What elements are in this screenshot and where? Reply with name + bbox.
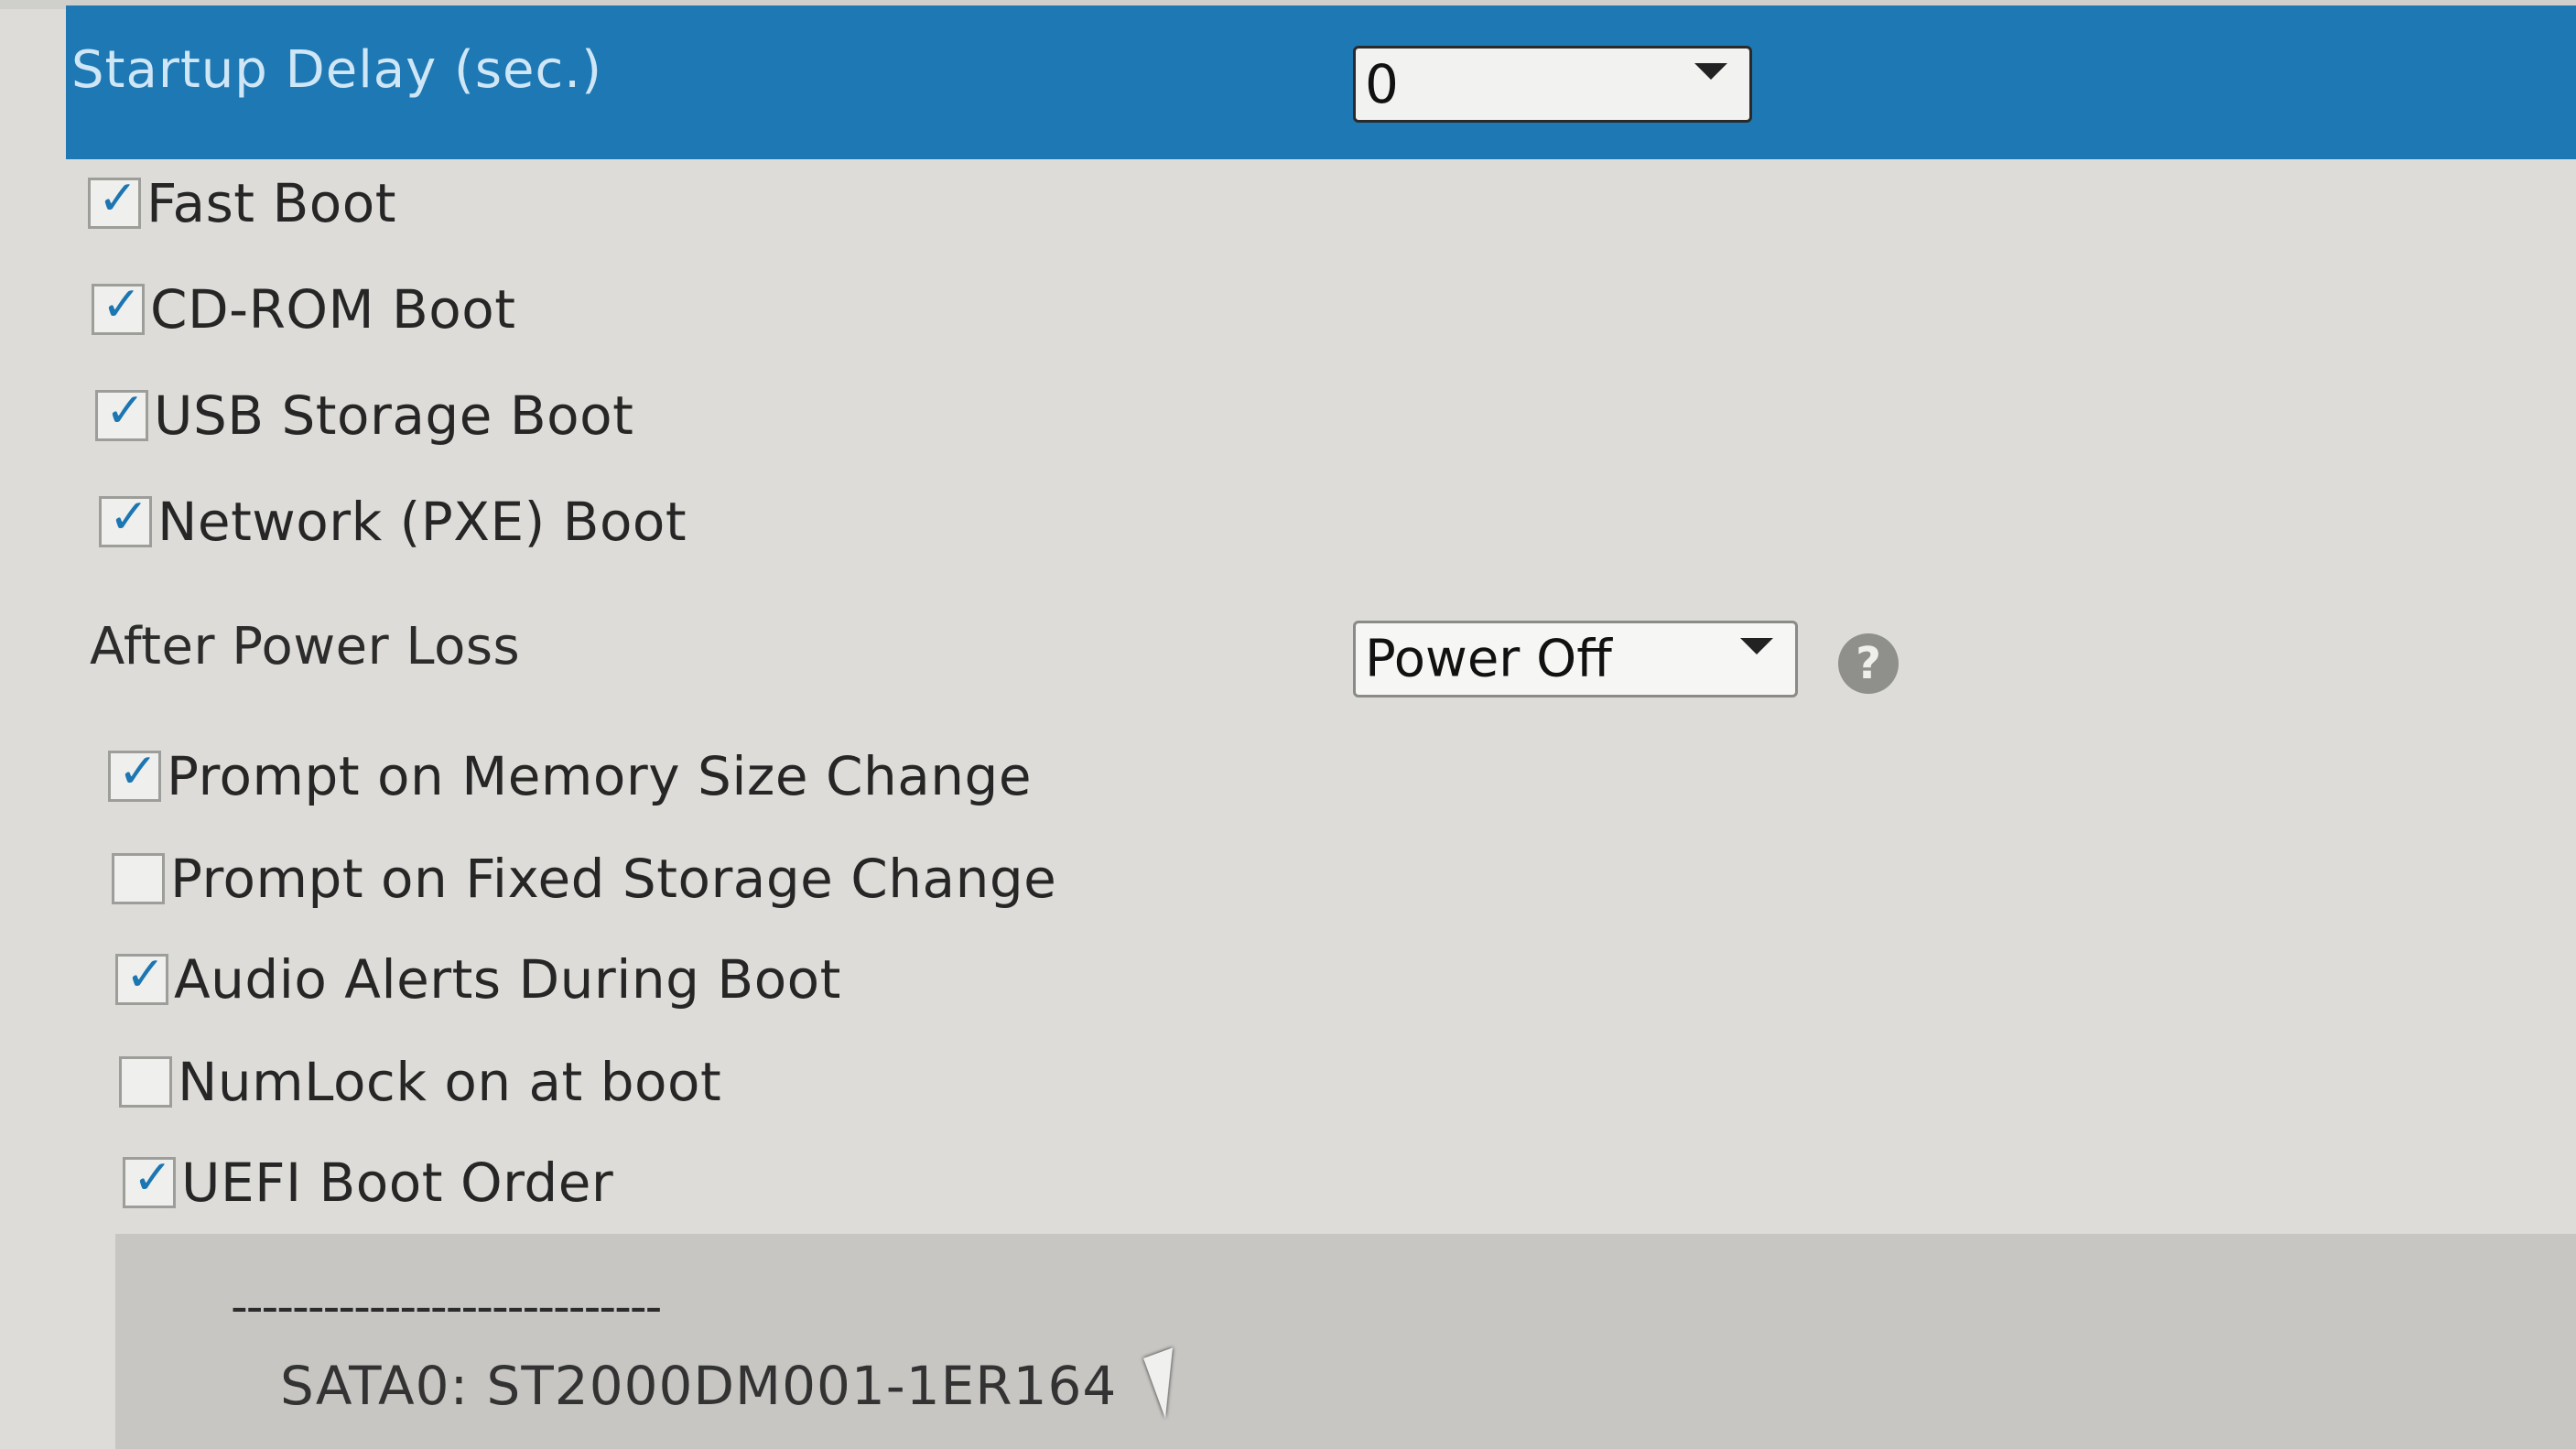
after-power-loss-select[interactable]: Power Off (1353, 621, 1798, 697)
help-icon[interactable]: ? (1838, 633, 1899, 694)
prompt-memory-size-option[interactable]: ✓ Prompt on Memory Size Change (108, 743, 1032, 809)
fast-boot-label: Fast Boot (146, 172, 396, 234)
uefi-boot-order-checkbox[interactable]: ✓ (123, 1151, 176, 1208)
prompt-fixed-storage-option[interactable]: Prompt on Fixed Storage Change (112, 846, 1056, 912)
checkmark-icon: ✓ (98, 171, 138, 226)
checkmark-icon: ✓ (109, 490, 149, 545)
checkmark-icon: ✓ (125, 947, 166, 1002)
uefi-boot-order-label: UEFI Boot Order (181, 1152, 614, 1214)
cdrom-boot-option[interactable]: ✓ CD-ROM Boot (92, 276, 516, 342)
after-power-loss-label: After Power Loss (90, 617, 521, 676)
prompt-fixed-storage-label: Prompt on Fixed Storage Change (170, 848, 1057, 910)
network-pxe-boot-label: Network (PXE) Boot (157, 491, 687, 553)
network-pxe-boot-option[interactable]: ✓ Network (PXE) Boot (99, 489, 687, 555)
prompt-memory-size-checkbox[interactable]: ✓ (108, 744, 161, 802)
checkmark-icon: ✓ (133, 1151, 173, 1206)
audio-alerts-checkbox[interactable]: ✓ (115, 947, 168, 1005)
usb-storage-boot-label: USB Storage Boot (154, 384, 634, 447)
numlock-label: NumLock on at boot (178, 1051, 722, 1113)
startup-delay-value: 0 (1365, 53, 1399, 115)
boot-device-item[interactable]: SATA0: ST2000DM001-1ER164 (280, 1355, 1117, 1417)
startup-delay-select[interactable]: 0 (1353, 46, 1752, 123)
audio-alerts-label: Audio Alerts During Boot (174, 948, 841, 1011)
cdrom-boot-label: CD-ROM Boot (150, 278, 516, 341)
startup-delay-label: Startup Delay (sec.) (71, 40, 602, 100)
prompt-fixed-storage-checkbox[interactable] (112, 853, 165, 904)
checkmark-icon: ✓ (105, 384, 146, 438)
fast-boot-option[interactable]: ✓ Fast Boot (88, 170, 396, 236)
usb-storage-boot-checkbox[interactable]: ✓ (95, 384, 148, 441)
chevron-down-icon (1694, 63, 1727, 80)
numlock-checkbox[interactable] (119, 1056, 172, 1108)
bios-boot-options-screen: Startup Delay (sec.) 0 ✓ Fast Boot ✓ CD-… (0, 0, 2576, 1449)
fast-boot-checkbox[interactable]: ✓ (88, 171, 141, 229)
usb-storage-boot-option[interactable]: ✓ USB Storage Boot (95, 383, 633, 449)
boot-order-separator: ---------------------------- (231, 1280, 662, 1335)
after-power-loss-value: Power Off (1365, 629, 1612, 689)
cdrom-boot-checkbox[interactable]: ✓ (92, 277, 145, 335)
checkmark-icon: ✓ (118, 744, 158, 799)
checkmark-icon: ✓ (102, 277, 142, 332)
prompt-memory-size-label: Prompt on Memory Size Change (167, 745, 1033, 807)
network-pxe-boot-checkbox[interactable]: ✓ (99, 490, 152, 547)
uefi-boot-order-option[interactable]: ✓ UEFI Boot Order (123, 1150, 613, 1216)
numlock-option[interactable]: NumLock on at boot (119, 1049, 721, 1115)
chevron-down-icon (1740, 638, 1773, 654)
uefi-boot-order-list[interactable]: ---------------------------- SATA0: ST20… (115, 1234, 2576, 1449)
audio-alerts-option[interactable]: ✓ Audio Alerts During Boot (115, 946, 841, 1012)
